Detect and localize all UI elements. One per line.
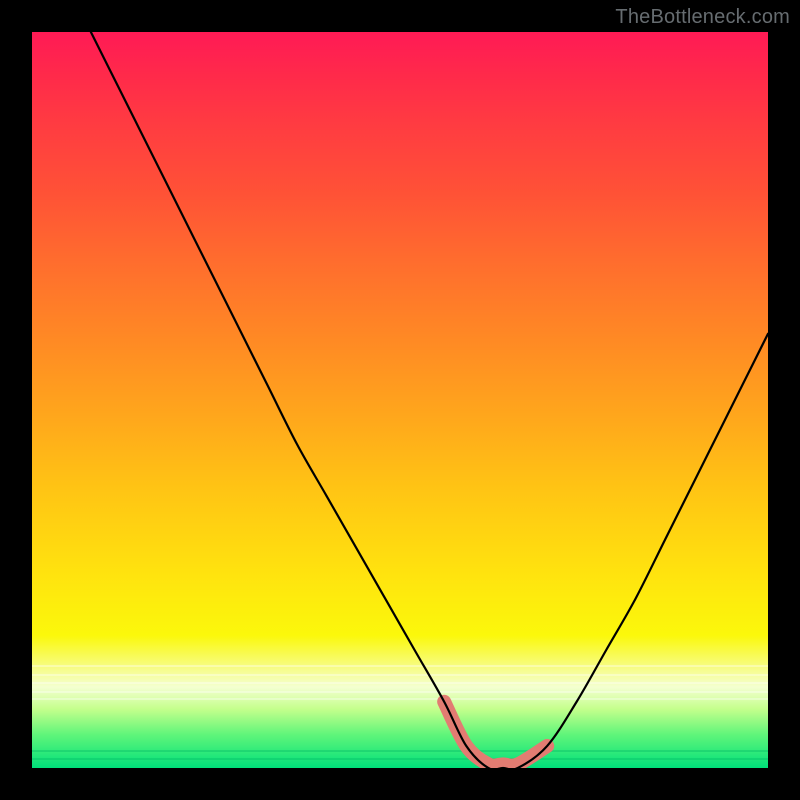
bottleneck-curve-path [91,32,768,768]
watermark-text: TheBottleneck.com [615,6,790,29]
chart-svg [32,32,768,768]
chart-frame: TheBottleneck.com [0,0,800,800]
plot-area [32,32,768,768]
